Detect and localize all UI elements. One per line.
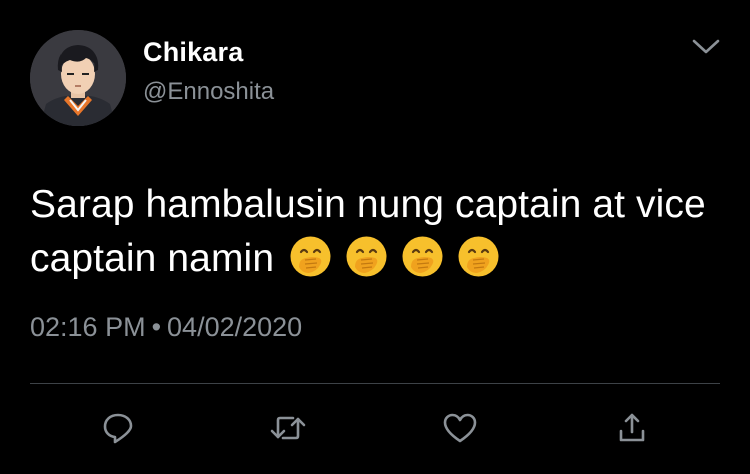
retweet-icon[interactable] [268, 408, 308, 448]
divider [30, 383, 720, 384]
share-icon[interactable] [612, 408, 652, 448]
emoji-group [289, 235, 500, 278]
face-with-hand-over-mouth-emoji [345, 235, 388, 278]
tweet-text: Sarap hambalusin nung captain at vice ca… [30, 178, 720, 286]
avatar-image [30, 30, 126, 126]
tweet-card: Chikara @Ennoshita Sarap hambalusin nung… [0, 0, 750, 474]
chevron-down-icon[interactable] [690, 33, 722, 59]
user-handle[interactable]: @Ennoshita [143, 78, 274, 106]
avatar[interactable] [30, 30, 126, 126]
separator-dot: • [151, 312, 162, 342]
tweet-date: 04/02/2020 [167, 312, 303, 342]
face-with-hand-over-mouth-emoji [457, 235, 500, 278]
face-with-hand-over-mouth-emoji [401, 235, 444, 278]
face-with-hand-over-mouth-emoji [289, 235, 332, 278]
tweet-timestamp[interactable]: 02:16 PM • 04/02/2020 [30, 312, 302, 343]
tweet-time: 02:16 PM [30, 312, 146, 342]
display-name[interactable]: Chikara [143, 37, 243, 68]
like-icon[interactable] [440, 408, 480, 448]
reply-icon[interactable] [98, 408, 138, 448]
